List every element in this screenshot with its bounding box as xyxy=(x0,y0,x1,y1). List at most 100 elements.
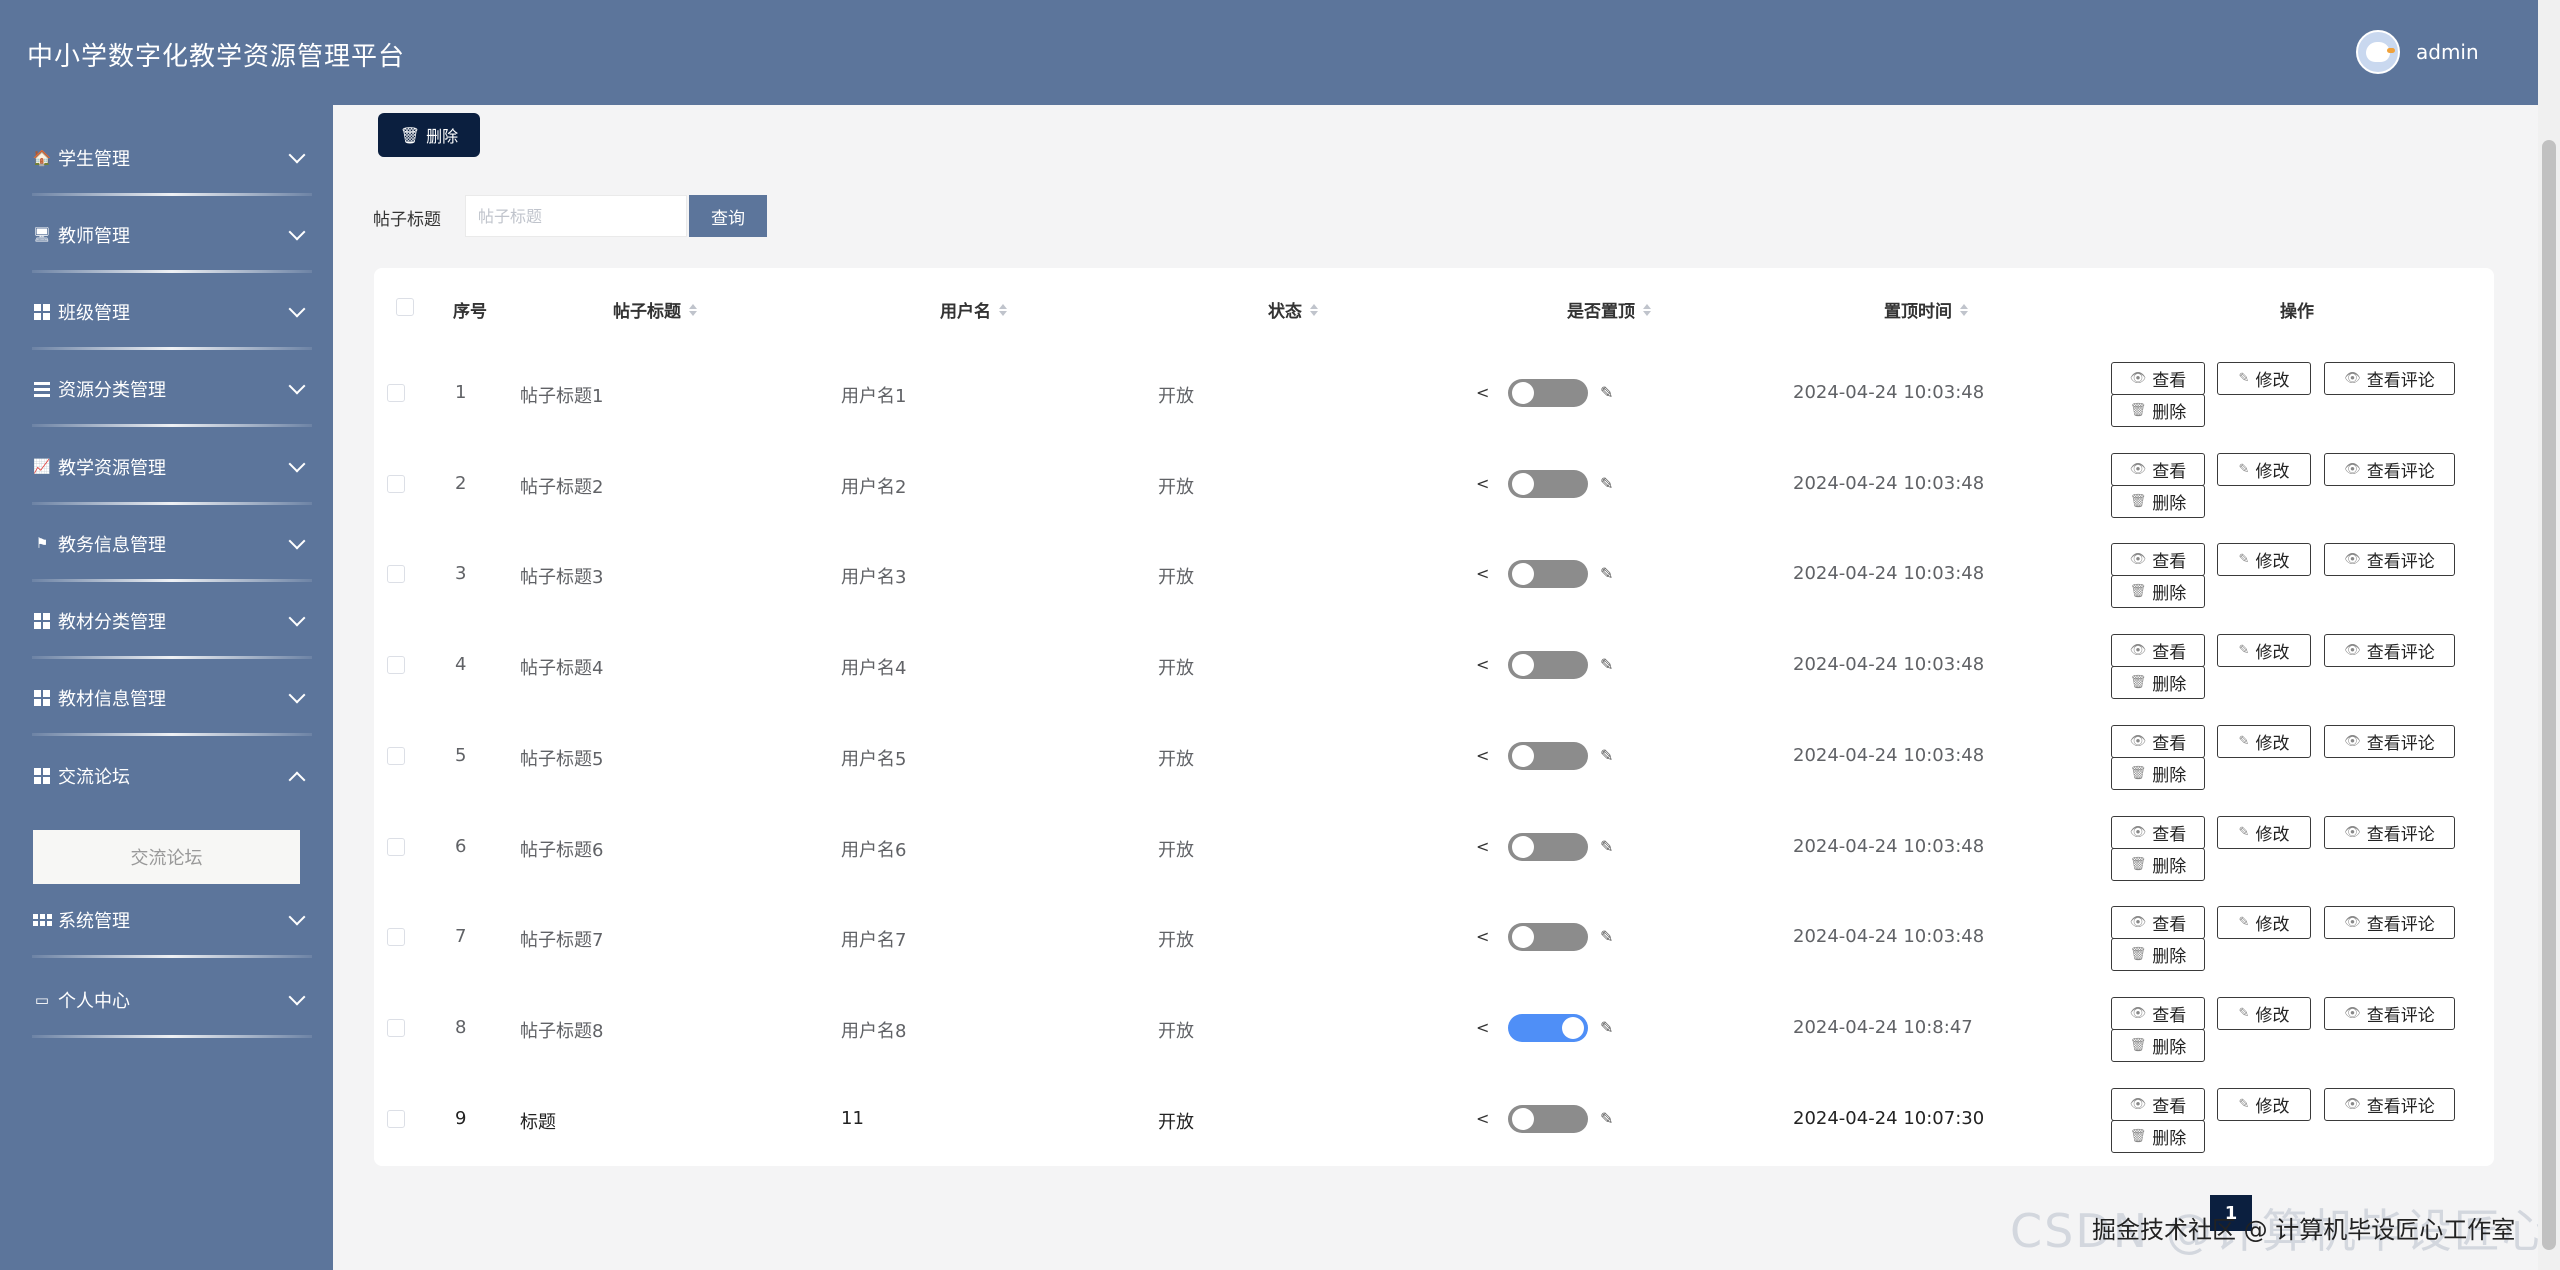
sidebar-item-6[interactable]: ⚑ 教务信息管理 xyxy=(0,513,333,575)
column-header[interactable]: 帖子标题 xyxy=(613,297,697,322)
share-icon[interactable]: < xyxy=(1476,383,1489,402)
sidebar-item-10[interactable]: 系统管理 xyxy=(0,889,333,951)
edit-pencil-icon[interactable]: ✎ xyxy=(1600,1018,1613,1037)
user-menu[interactable]: admin xyxy=(2356,30,2479,74)
view-comments-button[interactable]: 👁 查看评论 xyxy=(2324,906,2455,939)
share-icon[interactable]: < xyxy=(1476,1018,1489,1037)
sidebar-item-3[interactable]: 班级管理 xyxy=(0,281,333,343)
batch-delete-button[interactable]: 🗑 删除 xyxy=(378,113,480,157)
row-checkbox[interactable] xyxy=(387,384,405,402)
share-icon[interactable]: < xyxy=(1476,746,1489,765)
view-comments-button[interactable]: 👁 查看评论 xyxy=(2324,997,2455,1030)
edit-pencil-icon[interactable]: ✎ xyxy=(1600,746,1613,765)
view-button[interactable]: 👁 查看 xyxy=(2111,906,2205,939)
share-icon[interactable]: < xyxy=(1476,927,1489,946)
view-comments-button[interactable]: 👁 查看评论 xyxy=(2324,362,2455,395)
share-icon[interactable]: < xyxy=(1476,655,1489,674)
pin-toggle[interactable] xyxy=(1508,560,1588,588)
row-checkbox[interactable] xyxy=(387,656,405,674)
pin-toggle[interactable] xyxy=(1508,470,1588,498)
share-icon[interactable]: < xyxy=(1476,1109,1489,1128)
pin-toggle[interactable] xyxy=(1508,833,1588,861)
view-button[interactable]: 👁 查看 xyxy=(2111,997,2205,1030)
delete-button[interactable]: 🗑 删除 xyxy=(2111,938,2205,971)
sidebar-item-4[interactable]: 资源分类管理 xyxy=(0,358,333,420)
edit-button[interactable]: ✎ 修改 xyxy=(2217,453,2311,486)
search-input[interactable] xyxy=(465,195,687,237)
view-comments-button[interactable]: 👁 查看评论 xyxy=(2324,725,2455,758)
edit-button[interactable]: ✎ 修改 xyxy=(2217,906,2311,939)
edit-button[interactable]: ✎ 修改 xyxy=(2217,725,2311,758)
edit-button[interactable]: ✎ 修改 xyxy=(2217,543,2311,576)
pin-toggle[interactable] xyxy=(1508,923,1588,951)
view-comments-button[interactable]: 👁 查看评论 xyxy=(2324,453,2455,486)
delete-button[interactable]: 🗑 删除 xyxy=(2111,757,2205,790)
view-button[interactable]: 👁 查看 xyxy=(2111,634,2205,667)
sort-caret-icon[interactable] xyxy=(689,303,697,316)
sort-caret-icon[interactable] xyxy=(1310,303,1318,316)
view-comments-button[interactable]: 👁 查看评论 xyxy=(2324,543,2455,576)
column-header[interactable]: 是否置顶 xyxy=(1567,297,1651,322)
row-checkbox[interactable] xyxy=(387,747,405,765)
sort-caret-icon[interactable] xyxy=(999,303,1007,316)
page-scrollbar[interactable] xyxy=(2538,0,2560,1270)
edit-pencil-icon[interactable]: ✎ xyxy=(1600,1109,1613,1128)
pin-toggle[interactable] xyxy=(1508,1105,1588,1133)
edit-button[interactable]: ✎ 修改 xyxy=(2217,1088,2311,1121)
view-button[interactable]: 👁 查看 xyxy=(2111,1088,2205,1121)
pin-toggle[interactable] xyxy=(1508,1014,1588,1042)
column-header[interactable]: 用户名 xyxy=(940,297,1007,322)
edit-button[interactable]: ✎ 修改 xyxy=(2217,816,2311,849)
username-label[interactable]: admin xyxy=(2416,40,2479,64)
sort-caret-icon[interactable] xyxy=(1960,303,1968,316)
delete-button[interactable]: 🗑 删除 xyxy=(2111,666,2205,699)
edit-pencil-icon[interactable]: ✎ xyxy=(1600,927,1613,946)
view-comments-button[interactable]: 👁 查看评论 xyxy=(2324,816,2455,849)
row-checkbox[interactable] xyxy=(387,928,405,946)
edit-pencil-icon[interactable]: ✎ xyxy=(1600,655,1613,674)
pin-toggle[interactable] xyxy=(1508,379,1588,407)
column-header[interactable]: 状态 xyxy=(1268,297,1318,322)
view-button[interactable]: 👁 查看 xyxy=(2111,725,2205,758)
delete-button[interactable]: 🗑 删除 xyxy=(2111,1029,2205,1062)
row-checkbox[interactable] xyxy=(387,1110,405,1128)
scrollbar-thumb[interactable] xyxy=(2542,140,2556,1250)
select-all-checkbox[interactable] xyxy=(396,298,414,316)
sidebar-item-2[interactable]: 🖥 教师管理 xyxy=(0,204,333,266)
row-checkbox[interactable] xyxy=(387,1019,405,1037)
search-button[interactable]: 查询 xyxy=(689,195,767,237)
delete-button[interactable]: 🗑 删除 xyxy=(2111,1120,2205,1153)
edit-pencil-icon[interactable]: ✎ xyxy=(1600,837,1613,856)
delete-button[interactable]: 🗑 删除 xyxy=(2111,394,2205,427)
avatar[interactable] xyxy=(2356,30,2400,74)
edit-button[interactable]: ✎ 修改 xyxy=(2217,997,2311,1030)
view-button[interactable]: 👁 查看 xyxy=(2111,816,2205,849)
edit-pencil-icon[interactable]: ✎ xyxy=(1600,474,1613,493)
share-icon[interactable]: < xyxy=(1476,837,1489,856)
view-button[interactable]: 👁 查看 xyxy=(2111,543,2205,576)
view-button[interactable]: 👁 查看 xyxy=(2111,453,2205,486)
row-checkbox[interactable] xyxy=(387,475,405,493)
sidebar-item-9[interactable]: 交流论坛 xyxy=(0,745,333,807)
sidebar-item-1[interactable]: 🏠 学生管理 xyxy=(0,127,333,189)
edit-button[interactable]: ✎ 修改 xyxy=(2217,362,2311,395)
share-icon[interactable]: < xyxy=(1476,564,1489,583)
pin-toggle[interactable] xyxy=(1508,651,1588,679)
edit-pencil-icon[interactable]: ✎ xyxy=(1600,383,1613,402)
share-icon[interactable]: < xyxy=(1476,474,1489,493)
edit-button[interactable]: ✎ 修改 xyxy=(2217,634,2311,667)
view-comments-button[interactable]: 👁 查看评论 xyxy=(2324,1088,2455,1121)
edit-pencil-icon[interactable]: ✎ xyxy=(1600,564,1613,583)
row-checkbox[interactable] xyxy=(387,565,405,583)
submenu-item-forum[interactable]: 交流论坛 xyxy=(33,830,300,884)
sidebar-item-8[interactable]: 教材信息管理 xyxy=(0,667,333,729)
sidebar-item-7[interactable]: 教材分类管理 xyxy=(0,590,333,652)
column-header[interactable]: 置顶时间 xyxy=(1884,297,1968,322)
delete-button[interactable]: 🗑 删除 xyxy=(2111,485,2205,518)
sidebar-item-5[interactable]: 📈 教学资源管理 xyxy=(0,436,333,498)
row-checkbox[interactable] xyxy=(387,838,405,856)
view-button[interactable]: 👁 查看 xyxy=(2111,362,2205,395)
sort-caret-icon[interactable] xyxy=(1643,303,1651,316)
delete-button[interactable]: 🗑 删除 xyxy=(2111,848,2205,881)
delete-button[interactable]: 🗑 删除 xyxy=(2111,575,2205,608)
